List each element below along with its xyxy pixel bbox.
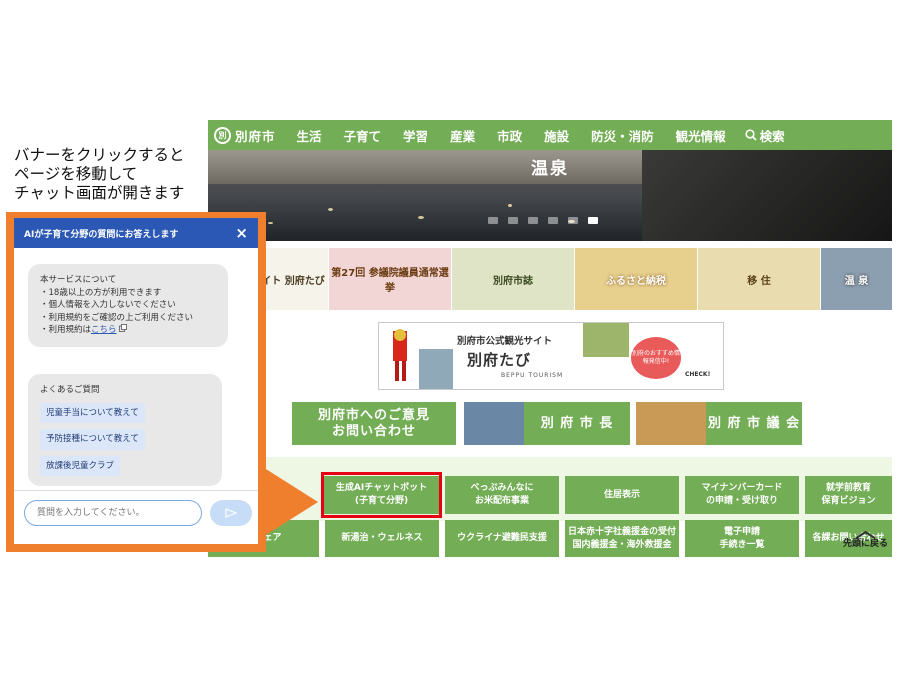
tourism-sub: BEPPU TOURISM <box>501 372 564 379</box>
tourism-title: 別府市公式観光サイト <box>457 336 553 347</box>
nav-item-life[interactable]: 生活 <box>286 126 333 145</box>
mayor-button[interactable]: 別 府 市 長 <box>464 402 630 445</box>
council-label: 別 府 市 議 会 <box>707 415 801 431</box>
wellness-button[interactable]: 新湯治・ウェルネス <box>325 520 439 557</box>
nav-search[interactable]: 検索 <box>737 126 785 145</box>
chat-title: AIが子育て分野の質問にお答えします <box>24 229 179 240</box>
faq-chip-vaccination[interactable]: 予防接種について教えて <box>40 429 145 450</box>
terms-link[interactable]: こちら <box>91 325 117 335</box>
council-photo <box>636 402 706 445</box>
nav-item-disaster-prevention[interactable]: 防災・消防 <box>580 126 665 145</box>
nav-item-childcare[interactable]: 子育て <box>333 126 393 145</box>
terms-prefix: ・利用規約は <box>40 325 92 335</box>
external-link-icon <box>119 324 128 332</box>
rice-distribution-button[interactable]: べっぷみんなに お米配布事業 <box>445 476 559 514</box>
faq-bubble: よくあるご質問 児童手当について教えて 予防接種について教えて 放課後児童クラブ <box>28 374 222 486</box>
nav-item-city-government[interactable]: 市政 <box>486 126 533 145</box>
notice-line: 本サービスについて <box>40 275 117 285</box>
send-button[interactable] <box>210 500 252 526</box>
faq-title: よくあるご質問 <box>40 385 100 395</box>
mayor-label: 別 府 市 長 <box>540 415 614 431</box>
banner-election[interactable]: 第27回 参議院議員通常選挙 <box>329 248 451 310</box>
question-input[interactable] <box>24 500 202 526</box>
slider-dot[interactable] <box>528 217 538 224</box>
highlight-box <box>321 472 442 518</box>
mayor-photo <box>464 402 524 445</box>
notice-line: ・個人情報を入力しないでください <box>40 300 176 310</box>
faq-chip-child-allowance[interactable]: 児童手当について教えて <box>40 402 145 423</box>
notice-line: ・利用規約をご確認の上ご利用ください <box>40 312 194 323</box>
slider-dot[interactable] <box>548 217 558 224</box>
faq-chip-after-school-club[interactable]: 放課後児童クラブ <box>40 455 121 476</box>
hero-title: 温泉 <box>531 159 569 179</box>
page-top-button[interactable]: ︿ 先頭に戻る <box>842 518 888 549</box>
banner-furusato-tax[interactable]: ふるさと納税 <box>575 248 697 310</box>
chevron-up-icon: ︿ <box>855 518 876 542</box>
preschool-vision-button[interactable]: 就学前教育 保育ビジョン <box>805 476 892 514</box>
feedback-inquiry-button[interactable]: 別府市へのご意見 お問い合わせ <box>292 402 456 445</box>
tourism-name: 別府たび <box>467 351 532 369</box>
callout-arrow <box>258 464 318 540</box>
banner-relocation[interactable]: 移 住 <box>698 248 820 310</box>
slider-dot[interactable] <box>508 217 518 224</box>
close-icon[interactable]: × <box>235 224 248 242</box>
mynumber-card-button[interactable]: マイナンバーカード の申請・受け取り <box>685 476 799 514</box>
global-nav: 別 別府市 生活 子育て 学習 産業 市政 施設 防災・消防 観光情報 検索 <box>208 120 892 150</box>
check-label: CHECK! <box>685 371 711 378</box>
nav-item-facilities[interactable]: 施設 <box>533 126 580 145</box>
page-top-label: 先頭に戻る <box>842 539 888 549</box>
red-cross-donation-button[interactable]: 日本赤十字社義援金の受付 国内義援金・海外救援金 <box>565 520 679 557</box>
banner-onsen[interactable]: 温 泉 <box>821 248 892 310</box>
chatbot-window: AIが子育て分野の質問にお答えします × 本サービスについて ・18歳以上の方が… <box>14 218 258 544</box>
terms-line: ・利用規約はこちら <box>40 324 216 337</box>
banner-carousel: 別府観光サイト 別府たび 第27回 参議院議員通常選挙 別府市誌 ふるさと納税 … <box>208 248 892 310</box>
city-council-button[interactable]: 別 府 市 議 会 <box>636 402 802 445</box>
e-application-button[interactable]: 電子申請 手続き一覧 <box>685 520 799 557</box>
site-logo-text: 別府市 <box>235 128 276 144</box>
notice-line: ・18歳以上の方が利用できます <box>40 287 162 298</box>
city-emblem-icon: 別 <box>214 126 231 144</box>
slider-dot[interactable] <box>568 217 578 224</box>
hero-slider[interactable]: 温泉 <box>208 150 892 241</box>
slider-dot[interactable] <box>488 217 498 224</box>
slider-dots <box>488 217 598 224</box>
chat-header: AIが子育て分野の質問にお答えします × <box>14 218 258 248</box>
ukraine-support-button[interactable]: ウクライナ避難民支援 <box>445 520 559 557</box>
banner-city-history[interactable]: 別府市誌 <box>452 248 574 310</box>
caption-line-1: バナーをクリックすると <box>14 146 185 164</box>
mascot-figure-icon <box>393 329 407 381</box>
search-icon <box>745 129 757 141</box>
nav-item-industry[interactable]: 産業 <box>439 126 486 145</box>
recommend-badge: 別府のおすすめ情報発信中! <box>631 337 681 379</box>
notice-bubble: 本サービスについて ・18歳以上の方が利用できます ・個人情報を入力しないでくだ… <box>28 264 228 347</box>
slider-dot-active[interactable] <box>588 217 598 224</box>
send-icon <box>225 508 237 518</box>
search-label: 検索 <box>759 128 785 144</box>
city-photo <box>419 349 453 389</box>
tourism-site-banner[interactable]: 別府市公式観光サイト 別府たび BEPPU TOURISM 別府のおすすめ情報発… <box>378 322 724 390</box>
caption-line-3: チャット画面が開きます <box>14 184 185 202</box>
nav-item-tourism[interactable]: 観光情報 <box>665 126 737 145</box>
caption-text: バナーをクリックすると ページを移動して チャット画面が開きます <box>14 146 214 203</box>
site-logo[interactable]: 別 別府市 <box>214 126 276 145</box>
address-display-button[interactable]: 住居表示 <box>565 476 679 514</box>
bamboo-photo <box>583 323 629 357</box>
caption-line-2: ページを移動して <box>14 165 138 183</box>
nav-item-learning[interactable]: 学習 <box>392 126 439 145</box>
